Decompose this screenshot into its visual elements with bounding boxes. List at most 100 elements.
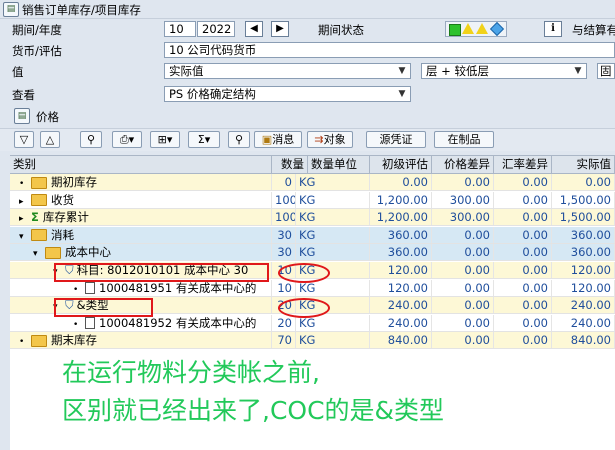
row-unit: KG bbox=[296, 209, 370, 226]
sum-button[interactable]: Σ▾ bbox=[188, 131, 220, 148]
row-category-cell[interactable]: • 期末库存 bbox=[10, 332, 272, 349]
column-header-fx-diff[interactable]: 汇率差异 bbox=[494, 156, 552, 173]
table-row[interactable]: ▾ 消耗 30 KG 360.00 0.00 0.00 360.00 bbox=[10, 226, 615, 244]
period-status-label: 期间状态 bbox=[318, 23, 364, 37]
details-button[interactable]: ⚲ bbox=[228, 131, 250, 148]
collapse-all-button[interactable]: △ bbox=[40, 131, 60, 148]
period-status-lights bbox=[445, 21, 507, 37]
view-select-text: PS 价格确定结构 bbox=[169, 87, 256, 101]
row-qty: 30 bbox=[272, 226, 296, 243]
yellow-triangle-icon bbox=[476, 23, 488, 34]
row-qty: 100 bbox=[272, 209, 296, 226]
column-header-unit[interactable]: 数量单位 bbox=[308, 156, 370, 173]
period-field[interactable]: 10 bbox=[164, 21, 196, 37]
qty-10-highlight bbox=[278, 263, 330, 283]
messages-button[interactable]: ▣消息 bbox=[254, 131, 302, 148]
row-unit: KG bbox=[296, 226, 370, 243]
row-actual: 1,500.00 bbox=[552, 209, 615, 226]
right-select[interactable]: 固 bbox=[597, 63, 615, 79]
document-icon bbox=[85, 282, 95, 295]
row-primary: 120.00 bbox=[370, 279, 432, 296]
next-period-button[interactable]: ▶ bbox=[271, 21, 289, 37]
column-header-actual[interactable]: 实际值 bbox=[552, 156, 615, 173]
row-category-label: 消耗 bbox=[51, 227, 74, 242]
table-row[interactable]: ▸ 收货 100 KG 1,200.00 300.00 0.00 1,500.00 bbox=[10, 191, 615, 209]
value-select[interactable]: 实际值 ▼ bbox=[164, 63, 411, 79]
find-button[interactable]: ⚲ bbox=[80, 131, 102, 148]
layout-button[interactable]: ⊞▾ bbox=[150, 131, 180, 148]
expand-toggle-icon[interactable]: ▾ bbox=[19, 229, 31, 243]
row-category-cell[interactable]: ▸ Σ 库存累计 bbox=[10, 209, 272, 226]
row-price-diff: 0.00 bbox=[432, 297, 494, 314]
column-header-primary[interactable]: 初级评估 bbox=[370, 156, 432, 173]
row-primary: 1,200.00 bbox=[370, 209, 432, 226]
expand-all-button[interactable]: ▽ bbox=[14, 131, 34, 148]
previous-period-button[interactable]: ◀ bbox=[245, 21, 263, 37]
yellow-triangle-icon bbox=[462, 23, 474, 34]
expand-toggle-icon[interactable]: ▾ bbox=[33, 246, 45, 260]
row-actual: 240.00 bbox=[552, 314, 615, 331]
table-row[interactable]: • 期末库存 70 KG 840.00 0.00 0.00 840.00 bbox=[10, 332, 615, 350]
currency-field[interactable]: 10 公司代码货币 bbox=[164, 42, 615, 58]
row-category-cell[interactable]: ▾ 成本中心 bbox=[10, 244, 272, 261]
column-header-category[interactable]: 类别 bbox=[10, 156, 272, 173]
view-row: 查看 PS 价格确定结构 ▼ bbox=[0, 84, 615, 105]
right-select-text: 固 bbox=[600, 64, 612, 78]
row-fx-diff: 0.00 bbox=[494, 226, 552, 243]
row-primary: 1,200.00 bbox=[370, 191, 432, 208]
row-fx-diff: 0.00 bbox=[494, 332, 552, 349]
row-qty: 20 bbox=[272, 314, 296, 331]
row-actual: 360.00 bbox=[552, 226, 615, 243]
row-actual: 120.00 bbox=[552, 279, 615, 296]
open-folder-icon bbox=[31, 229, 47, 242]
objects-button[interactable]: ⇉对象 bbox=[307, 131, 353, 148]
row-fx-diff: 0.00 bbox=[494, 209, 552, 226]
info-button[interactable]: i bbox=[544, 21, 562, 37]
green-light-icon bbox=[449, 24, 461, 36]
table-row[interactable]: ▾ 成本中心 30 KG 360.00 0.00 0.00 360.00 bbox=[10, 244, 615, 262]
leaf-bullet-icon: • bbox=[73, 319, 79, 330]
leaf-bullet-icon: • bbox=[19, 337, 25, 348]
price-label: 价格 bbox=[36, 110, 59, 124]
print-button[interactable]: ⎙▾ bbox=[112, 131, 142, 148]
title-bar: ▤ 销售订单库存/项目库存 bbox=[0, 0, 615, 19]
layer-select-text: 层 + 较低层 bbox=[426, 64, 489, 78]
blue-diamond-icon bbox=[489, 21, 505, 37]
wip-button[interactable]: 在制品 bbox=[434, 131, 494, 148]
row-category-cell[interactable]: • 1000481952 有关成本中心的 bbox=[10, 314, 272, 331]
row-category-label: 1000481951 有关成本中心的 bbox=[99, 280, 257, 295]
view-select[interactable]: PS 价格确定结构 ▼ bbox=[164, 86, 411, 102]
expand-toggle-icon[interactable]: ▸ bbox=[19, 211, 31, 225]
source-doc-button[interactable]: 源凭证 bbox=[366, 131, 426, 148]
row-price-diff: 0.00 bbox=[432, 279, 494, 296]
layer-select[interactable]: 层 + 较低层 ▼ bbox=[421, 63, 587, 79]
sigma-icon: Σ bbox=[31, 210, 39, 225]
expand-toggle-icon[interactable]: ▸ bbox=[19, 194, 31, 208]
row-category-cell[interactable]: ▸ 收货 bbox=[10, 191, 272, 208]
folder-icon bbox=[31, 194, 47, 207]
annotation-line-1: 在运行物料分类帐之前, bbox=[62, 358, 320, 387]
row-fx-diff: 0.00 bbox=[494, 244, 552, 261]
year-field[interactable]: 2022 bbox=[197, 21, 235, 37]
source-doc-label: 源凭证 bbox=[379, 133, 413, 146]
row-actual: 360.00 bbox=[552, 244, 615, 261]
value-label: 值 bbox=[12, 65, 24, 79]
messages-label: 消息 bbox=[272, 133, 295, 146]
row-category-cell[interactable]: ▾ 消耗 bbox=[10, 226, 272, 243]
column-header-qty[interactable]: 数量 bbox=[272, 156, 308, 173]
row-actual: 120.00 bbox=[552, 262, 615, 278]
leaf-bullet-icon: • bbox=[73, 284, 79, 295]
value-row: 值 实际值 ▼ 层 + 较低层 ▼ 固 bbox=[0, 61, 615, 82]
table-row[interactable]: ▸ Σ 库存累计 100 KG 1,200.00 300.00 0.00 1,500.00 bbox=[10, 209, 615, 227]
price-icon[interactable]: ▤ bbox=[14, 108, 30, 124]
grid-header: 类别 数量 数量单位 初级评估 价格差异 汇率差异 实际值 bbox=[10, 156, 615, 174]
row-category-cell[interactable]: • 期初库存 bbox=[10, 174, 272, 190]
period-label: 期间/年度 bbox=[12, 23, 62, 37]
settlement-label: 与结算有 bbox=[572, 23, 615, 37]
table-row[interactable]: • 期初库存 0 KG 0.00 0.00 0.00 0.00 bbox=[10, 174, 615, 191]
row-actual: 1,500.00 bbox=[552, 191, 615, 208]
row-fx-diff: 0.00 bbox=[494, 297, 552, 314]
leaf-bullet-icon: • bbox=[19, 179, 25, 189]
row-unit: KG bbox=[296, 174, 370, 190]
column-header-price-diff[interactable]: 价格差异 bbox=[432, 156, 494, 173]
